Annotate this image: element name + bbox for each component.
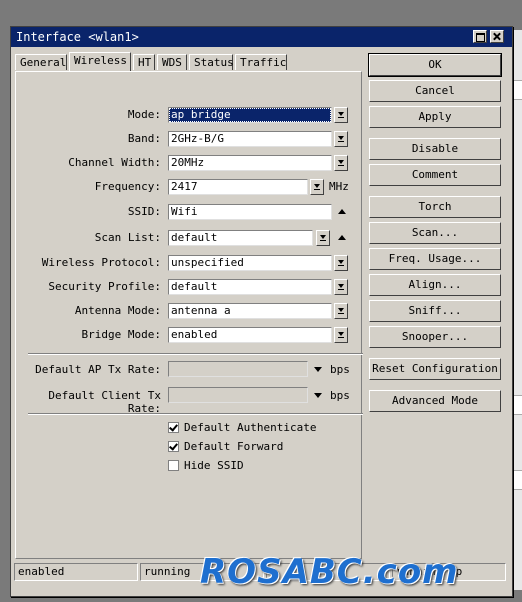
ssid-input[interactable]: Wifi xyxy=(168,204,332,220)
chevron-down-icon[interactable] xyxy=(334,255,348,271)
divider xyxy=(28,353,363,355)
default-authenticate-label: Default Authenticate xyxy=(184,421,317,434)
window-title: Interface <wlan1> xyxy=(16,30,139,44)
mode-label: Mode: xyxy=(127,108,161,121)
default-forward-checkbox[interactable] xyxy=(168,441,179,452)
tab-general[interactable]: General xyxy=(15,54,67,70)
bridge-mode-select[interactable]: enabled xyxy=(168,327,332,343)
wireless-protocol-label: Wireless Protocol: xyxy=(41,256,161,269)
tab-status[interactable]: Status xyxy=(189,54,234,70)
scan-list-select[interactable]: default xyxy=(168,230,313,246)
snooper-button[interactable]: Snooper... xyxy=(369,326,501,348)
frequency-unit: MHz xyxy=(329,180,349,193)
align-button[interactable]: Align... xyxy=(369,274,501,296)
torch-button[interactable]: Torch xyxy=(369,196,501,218)
apply-button[interactable]: Apply xyxy=(369,106,501,128)
wireless-protocol-select[interactable]: unspecified xyxy=(168,255,332,271)
ok-button[interactable]: OK xyxy=(368,53,502,77)
default-ap-tx-rate-input[interactable] xyxy=(168,361,308,377)
chevron-down-icon[interactable] xyxy=(334,327,348,343)
frequency-select[interactable]: 2417 xyxy=(168,179,308,195)
close-icon[interactable] xyxy=(490,30,504,43)
reset-configuration-button[interactable]: Reset Configuration xyxy=(369,358,501,380)
default-forward-label: Default Forward xyxy=(184,440,284,453)
status-enabled: enabled xyxy=(14,563,138,581)
default-ap-tx-rate-unit: bps xyxy=(330,363,350,376)
channel-width-select[interactable]: 20MHz xyxy=(168,155,332,171)
chevron-down-icon[interactable] xyxy=(334,279,348,295)
bridge-mode-label: Bridge Mode: xyxy=(81,328,161,341)
band-label: Band: xyxy=(127,132,161,145)
tab-wireless[interactable]: Wireless xyxy=(69,52,131,71)
tab-wds[interactable]: WDS xyxy=(157,54,187,70)
channel-width-label: Channel Width: xyxy=(68,156,161,169)
collapse-up-icon[interactable] xyxy=(338,209,346,214)
chevron-down-icon[interactable] xyxy=(334,131,348,147)
default-client-tx-rate-label: Default Client Tx Rate: xyxy=(48,389,161,415)
disable-button[interactable]: Disable xyxy=(369,138,501,160)
frequency-label: Frequency: xyxy=(94,180,161,193)
scan-button[interactable]: Scan... xyxy=(369,222,501,244)
chevron-down-icon[interactable] xyxy=(310,179,324,195)
hide-ssid-checkbox[interactable] xyxy=(168,460,179,471)
hide-ssid-label: Hide SSID xyxy=(184,459,244,472)
freq-usage-button[interactable]: Freq. Usage... xyxy=(369,248,501,270)
expand-down-icon[interactable] xyxy=(314,393,322,398)
default-client-tx-rate-unit: bps xyxy=(330,389,350,402)
default-ap-tx-rate-label: Default AP Tx Rate: xyxy=(35,363,161,376)
tab-ht[interactable]: HT xyxy=(133,54,155,70)
watermark-logo: ROSABC.com xyxy=(200,552,459,592)
default-authenticate-checkbox[interactable] xyxy=(168,422,179,433)
chevron-down-icon[interactable] xyxy=(334,155,348,171)
maximize-icon[interactable] xyxy=(473,30,487,43)
comment-button[interactable]: Comment xyxy=(369,164,501,186)
security-profile-label: Security Profile: xyxy=(48,280,161,293)
cancel-button[interactable]: Cancel xyxy=(369,80,501,102)
divider xyxy=(28,413,363,415)
security-profile-select[interactable]: default xyxy=(168,279,332,295)
expand-down-icon[interactable] xyxy=(314,367,322,372)
tab-traffic[interactable]: Traffic xyxy=(235,54,287,70)
title-bar[interactable]: Interface <wlan1> xyxy=(11,27,512,47)
antenna-mode-label: Antenna Mode: xyxy=(74,304,161,317)
wireless-panel: Mode: ap bridge Band: 2GHz-B/G Channel W… xyxy=(15,71,363,559)
scan-list-label: Scan List: xyxy=(94,231,161,244)
mode-select[interactable]: ap bridge xyxy=(168,107,332,123)
advanced-mode-button[interactable]: Advanced Mode xyxy=(369,390,501,412)
ssid-label: SSID: xyxy=(127,205,161,218)
interface-dialog: Interface <wlan1> General Wireless HT WD… xyxy=(10,26,513,597)
antenna-mode-select[interactable]: antenna a xyxy=(168,303,332,319)
collapse-up-icon[interactable] xyxy=(338,235,346,240)
chevron-down-icon[interactable] xyxy=(334,303,348,319)
chevron-down-icon[interactable] xyxy=(334,107,348,123)
sniff-button[interactable]: Sniff... xyxy=(369,300,501,322)
chevron-down-icon[interactable] xyxy=(316,230,330,246)
band-select[interactable]: 2GHz-B/G xyxy=(168,131,332,147)
default-client-tx-rate-input[interactable] xyxy=(168,387,308,403)
